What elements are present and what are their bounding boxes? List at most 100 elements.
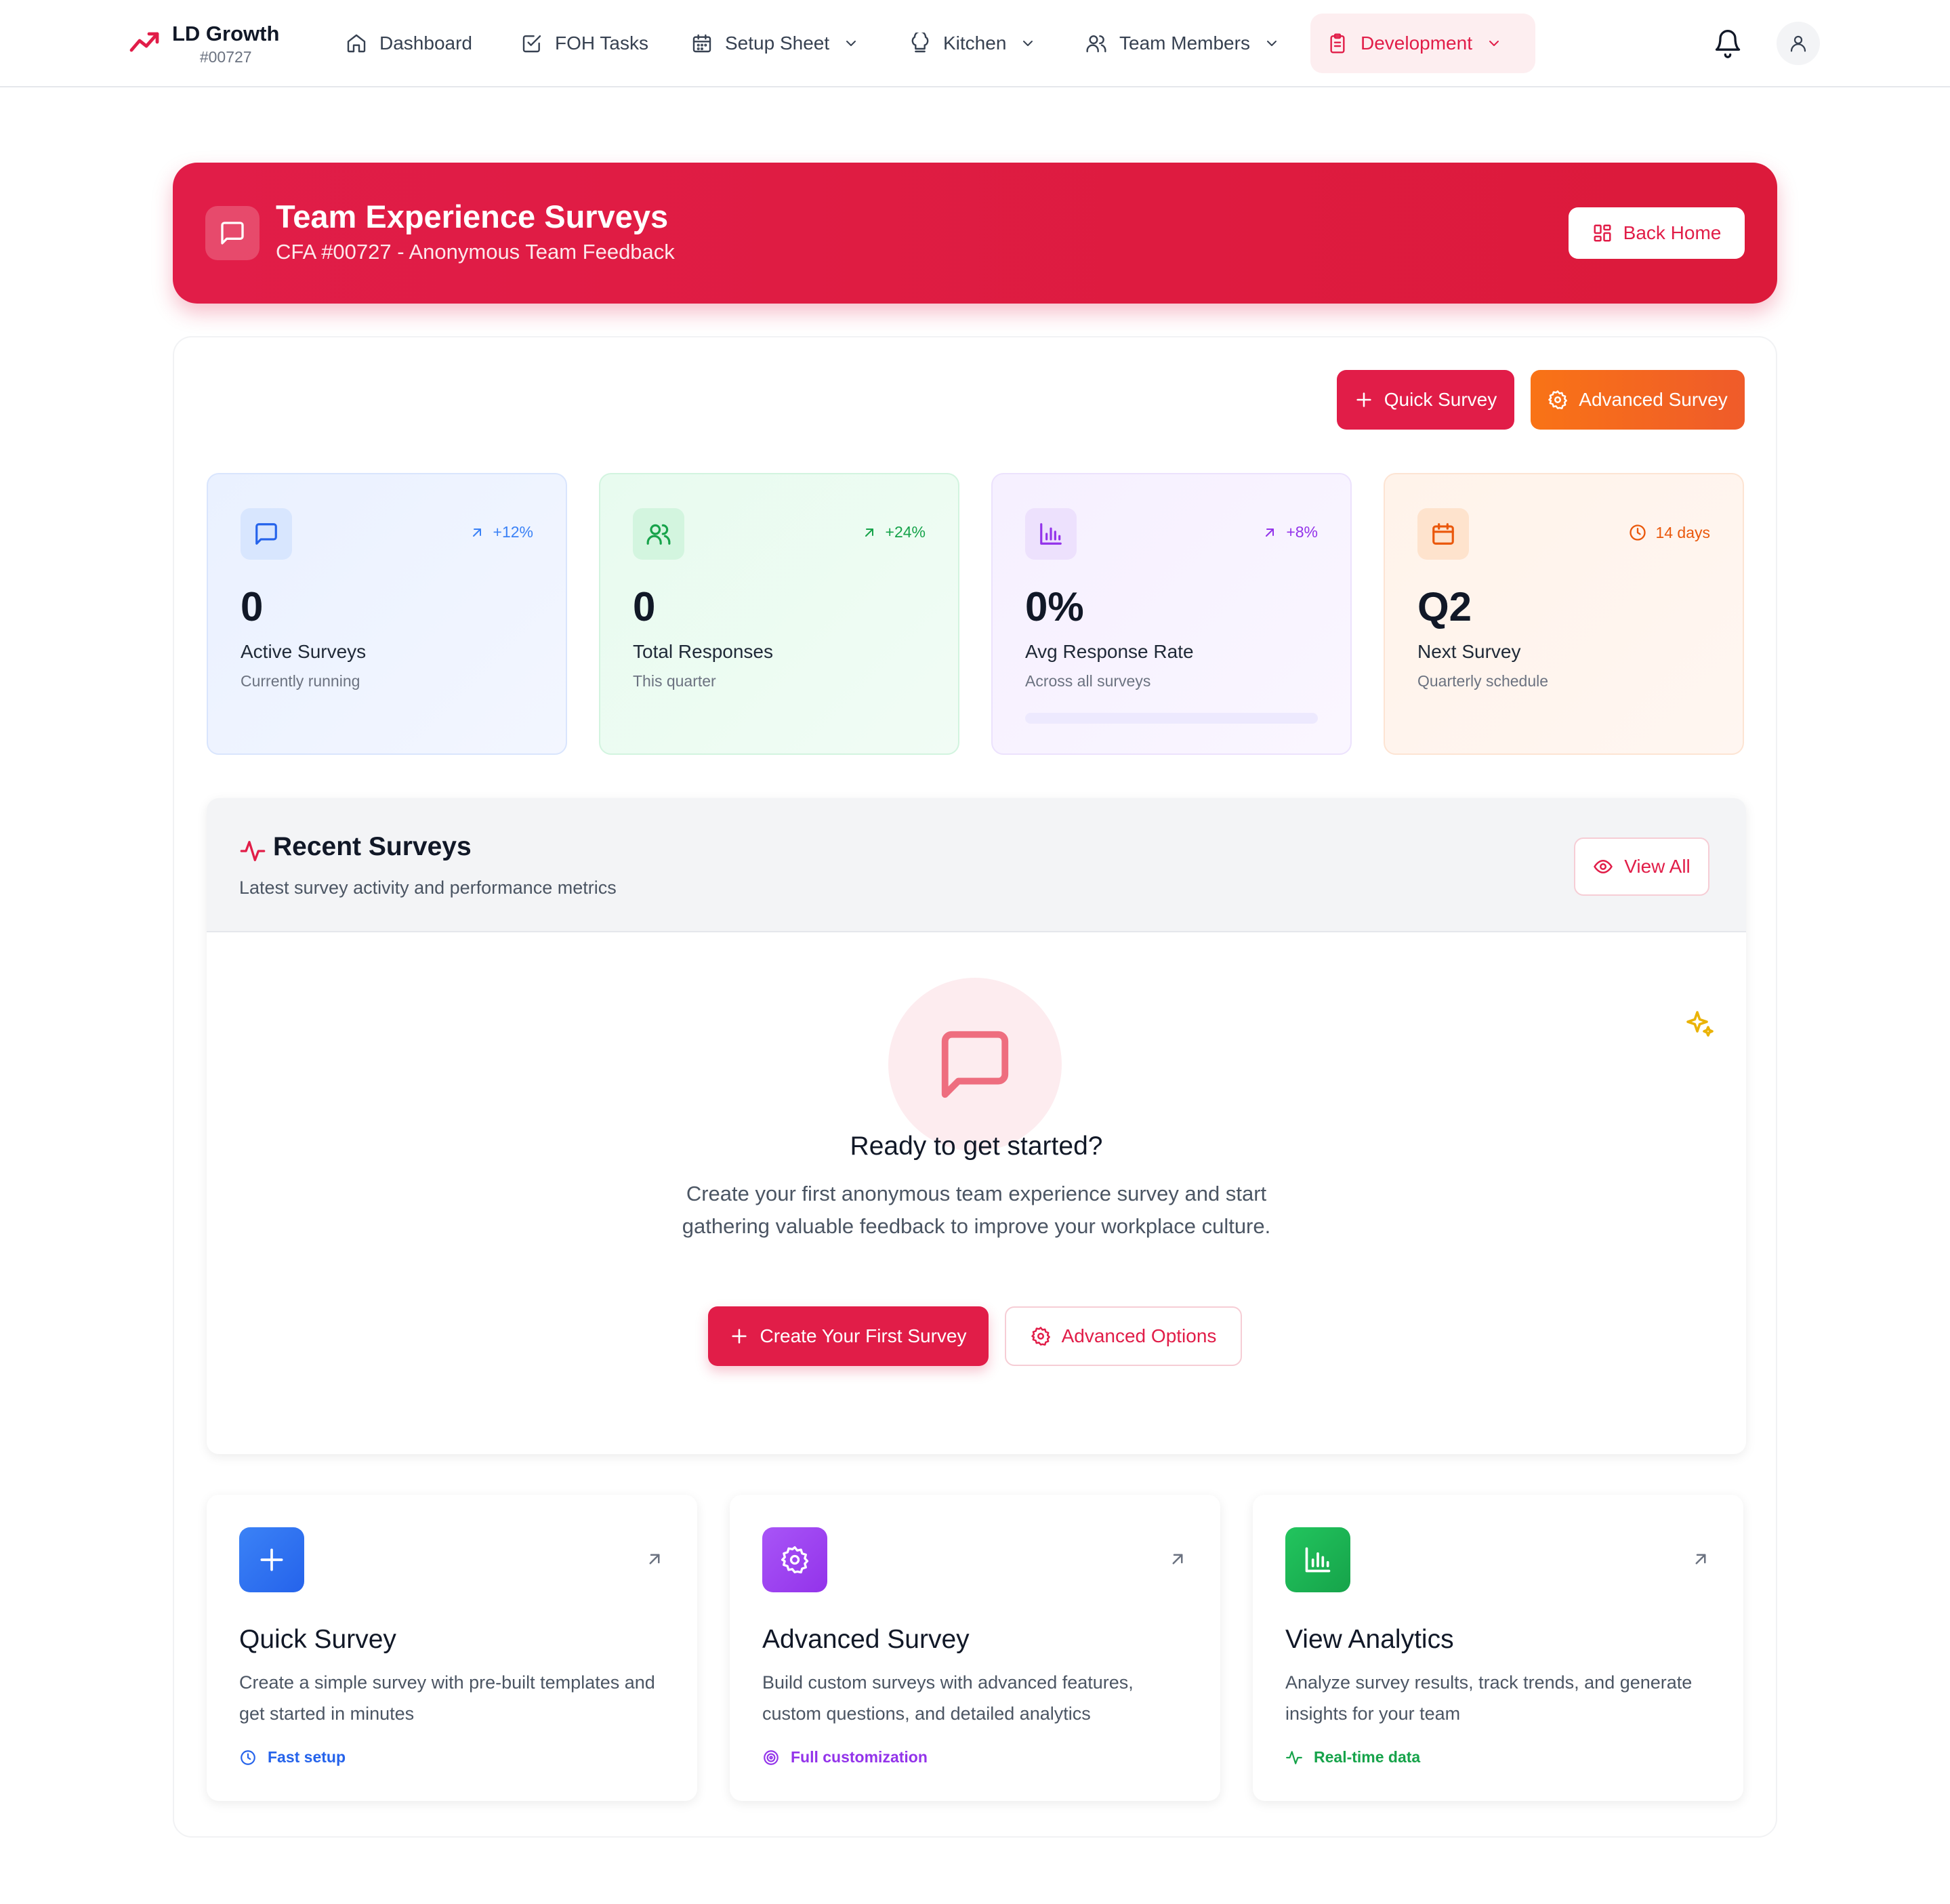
nav-development-label: Development (1361, 33, 1472, 54)
clock-icon (241, 1750, 255, 1765)
clock-icon (1630, 524, 1646, 541)
home-icon (347, 34, 366, 53)
stat-value: 0% (1025, 584, 1084, 629)
feature-description: Create a simple survey with pre-built te… (239, 1672, 655, 1724)
nav-team-members[interactable]: Team Members (1069, 14, 1296, 73)
arrow-up-right-icon (1695, 1554, 1706, 1565)
create-first-survey-label: Create Your First Survey (760, 1325, 967, 1346)
settings-gear-icon (1548, 390, 1568, 409)
stat-trend-value: +8% (1286, 523, 1318, 541)
stat-sublabel: This quarter (633, 672, 716, 690)
message-square-icon (941, 1031, 1009, 1098)
users-icon (1086, 35, 1106, 53)
arrow-up-right-icon (865, 528, 873, 537)
sparkles-icon (1686, 1011, 1714, 1037)
brand-logo[interactable]: LD Growth #00727 (129, 20, 279, 66)
feature-tag: Real-time data (1285, 1748, 1420, 1766)
feature-tag-label: Full customization (791, 1748, 928, 1766)
trending-up-icon (129, 32, 159, 52)
message-square-icon (255, 523, 277, 545)
nav-kitchen[interactable]: Kitchen (893, 14, 1052, 73)
stat-card-next-survey: 14 days Q2 Next Survey Quarterly schedul… (1384, 473, 1744, 755)
feature-icon-box (239, 1527, 304, 1592)
stat-label: Next Survey (1417, 641, 1521, 662)
arrow-up-right-icon (649, 1554, 660, 1565)
nav-development[interactable]: Development (1310, 14, 1535, 73)
nav-dashboard[interactable]: Dashboard (329, 14, 489, 73)
hero-icon-box (205, 206, 260, 260)
stat-card-active-surveys: +12% 0 Active Surveys Currently running (207, 473, 567, 755)
feature-tag: Fast setup (239, 1748, 346, 1766)
advanced-survey-button[interactable]: Advanced Survey (1531, 370, 1745, 430)
feature-title: Quick Survey (239, 1625, 396, 1654)
stat-trend-value: +12% (493, 523, 533, 541)
recent-surveys-header: Recent Surveys Latest survey activity an… (207, 798, 1746, 932)
plus-icon (732, 1329, 747, 1344)
stat-sublabel: Currently running (241, 672, 360, 690)
arrow-up-right-icon (1266, 528, 1274, 537)
empty-state-description: Create your first anonymous team experie… (682, 1182, 1271, 1238)
target-icon (764, 1750, 779, 1765)
bar-chart-icon (1040, 523, 1062, 545)
feature-title: Advanced Survey (762, 1625, 970, 1654)
page-title: Team Experience Surveys (276, 199, 669, 234)
view-all-button[interactable]: View All (1574, 837, 1709, 896)
stat-trend-value: +24% (885, 523, 926, 541)
user-avatar-button[interactable] (1777, 22, 1820, 65)
stat-icon-box (633, 508, 684, 560)
stat-trend: +24% (861, 523, 926, 541)
user-icon (1790, 35, 1806, 52)
feature-card-view-analytics[interactable]: View Analytics Analyze survey results, t… (1253, 1495, 1743, 1801)
bell-icon[interactable] (1713, 28, 1743, 58)
settings-gear-icon (1031, 1327, 1050, 1346)
stat-icon-box (1025, 508, 1077, 560)
empty-state-icon-circle (888, 978, 1062, 1151)
feature-card-advanced-survey[interactable]: Advanced Survey Build custom surveys wit… (730, 1495, 1220, 1801)
stat-sublabel: Quarterly schedule (1417, 672, 1549, 690)
feature-card-quick-survey[interactable]: Quick Survey Create a simple survey with… (207, 1495, 697, 1801)
stat-trend: 14 days (1628, 523, 1710, 542)
advanced-options-button[interactable]: Advanced Options (1005, 1306, 1242, 1366)
response-rate-progress-bar (1025, 713, 1318, 724)
feature-tag-label: Real-time data (1314, 1748, 1421, 1766)
stat-card-avg-response-rate: +8% 0% Avg Response Rate Across all surv… (991, 473, 1352, 755)
nav-foh-tasks-label: FOH Tasks (555, 33, 648, 54)
feature-icon-box (1285, 1527, 1350, 1592)
feature-title: View Analytics (1285, 1625, 1454, 1654)
chevron-down-icon (1489, 41, 1499, 46)
view-all-label: View All (1624, 856, 1690, 877)
nav-foh-tasks[interactable]: FOH Tasks (505, 14, 665, 73)
eye-icon (1594, 860, 1613, 873)
nav-setup-sheet-label: Setup Sheet (725, 33, 830, 54)
recent-surveys-title: Recent Surveys (273, 832, 472, 861)
activity-icon (1286, 1750, 1302, 1764)
advanced-options-label: Advanced Options (1061, 1325, 1217, 1346)
nav-setup-sheet[interactable]: Setup Sheet (675, 14, 875, 73)
plus-icon (1356, 392, 1371, 407)
brand-title: LD Growth (172, 22, 280, 45)
stat-icon-box (241, 508, 292, 560)
back-home-label: Back Home (1623, 222, 1722, 243)
feature-icon-box (762, 1527, 827, 1592)
back-home-button[interactable]: Back Home (1569, 207, 1745, 259)
quick-survey-label: Quick Survey (1384, 389, 1497, 410)
plus-icon (260, 1548, 283, 1571)
message-square-icon (221, 222, 244, 245)
checklist-icon (522, 35, 541, 53)
quick-survey-button[interactable]: Quick Survey (1337, 370, 1514, 430)
stat-value: 0 (241, 584, 264, 629)
bar-chart-icon (1305, 1547, 1331, 1573)
stat-trend: +12% (469, 523, 533, 541)
chevron-down-icon (846, 41, 856, 46)
nav-kitchen-label: Kitchen (943, 33, 1007, 54)
recent-surveys-subtitle: Latest survey activity and performance m… (239, 877, 617, 898)
create-first-survey-button[interactable]: Create Your First Survey (708, 1306, 989, 1366)
feature-description: Analyze survey results, track trends, an… (1285, 1672, 1693, 1724)
users-icon (646, 524, 671, 545)
advanced-survey-label: Advanced Survey (1579, 389, 1728, 410)
brand-store-number: #00727 (199, 48, 252, 66)
stat-label: Active Surveys (241, 641, 367, 662)
page: LD Growth #00727 Dashboard FOH Tasks Set… (0, 0, 1950, 1904)
stat-sublabel: Across all surveys (1025, 672, 1151, 690)
stat-label: Avg Response Rate (1025, 641, 1194, 662)
